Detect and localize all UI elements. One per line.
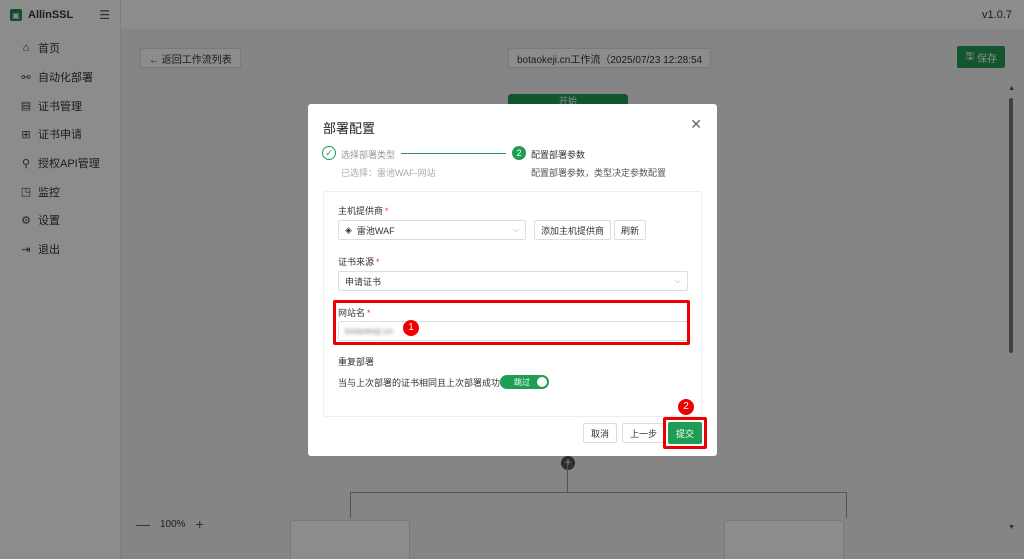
waf-icon: ◈ xyxy=(345,224,352,235)
annotation-badge-1: 1 xyxy=(403,320,419,336)
annotation-badge-2: 2 xyxy=(678,399,694,415)
required-mark: * xyxy=(385,206,389,216)
highlight-site-name xyxy=(333,300,690,345)
step-2-number: 2 xyxy=(512,146,526,160)
highlight-submit xyxy=(663,417,707,449)
step-2-label: 配置部署参数 xyxy=(531,150,586,160)
cert-source-label-text: 证书来源 xyxy=(338,257,375,267)
chevron-down-icon: ⌵ xyxy=(512,225,519,234)
toggle-knob xyxy=(537,377,547,387)
chevron-down-icon: ⌵ xyxy=(674,276,681,285)
step-1-description: 已选择：雷池WAF-网站 xyxy=(341,168,436,178)
required-mark: * xyxy=(376,257,380,267)
provider-label-text: 主机提供商 xyxy=(338,206,384,216)
check-icon: ✓ xyxy=(322,146,336,160)
redeploy-description: 当与上次部署的证书相同且上次部署成功时 xyxy=(338,378,510,388)
toggle-label: 跳过 xyxy=(514,377,530,387)
step-1-label[interactable]: 选择部署类型 xyxy=(341,148,395,161)
cert-source-select[interactable]: 申请证书 ⌵ xyxy=(338,271,688,291)
step-2-description: 配置部署参数，类型决定参数配置 xyxy=(531,168,667,178)
prev-step-button[interactable]: 上一步 xyxy=(622,423,666,443)
provider-label: 主机提供商 * xyxy=(338,204,389,217)
steps: ✓ 选择部署类型 2 配置部署参数 已选择：雷池WAF-网站 配置部署参数，类型… xyxy=(322,146,702,180)
step-connector xyxy=(401,153,506,154)
redeploy-label: 重复部署 xyxy=(338,357,375,367)
close-icon[interactable]: ✕ xyxy=(690,116,702,133)
cert-source-value: 申请证书 xyxy=(345,276,382,287)
provider-select[interactable]: ◈ 雷池WAF ⌵ xyxy=(338,220,526,240)
refresh-button[interactable]: 刷新 xyxy=(614,220,647,240)
cancel-button[interactable]: 取消 xyxy=(583,423,618,443)
skip-redeploy-toggle[interactable]: 跳过 xyxy=(500,375,549,389)
modal-title: 部署配置 xyxy=(323,121,376,136)
add-provider-button[interactable]: 添加主机提供商 xyxy=(534,220,612,240)
provider-value: 雷池WAF xyxy=(356,225,395,236)
cert-source-label: 证书来源 * xyxy=(338,255,380,268)
deploy-config-modal: 部署配置 ✕ ✓ 选择部署类型 2 配置部署参数 已选择：雷池WAF-网站 配置… xyxy=(308,104,717,456)
